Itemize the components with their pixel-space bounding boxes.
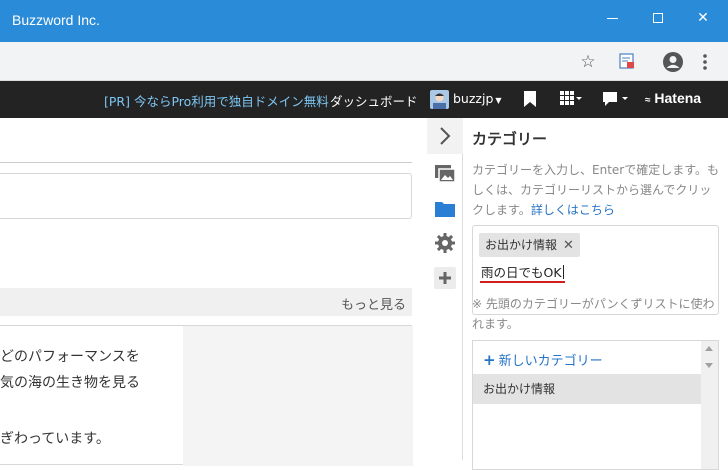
sidebar-icon-bar — [427, 118, 463, 460]
profile-avatar-icon[interactable] — [662, 51, 684, 73]
content-line: どのパフォーマンスを — [0, 349, 140, 365]
scroll-up-icon[interactable] — [705, 346, 713, 351]
browser-menu-icon[interactable] — [698, 51, 712, 73]
plus-icon: + — [483, 351, 496, 369]
extension-icon[interactable] — [618, 52, 636, 70]
title-input[interactable] — [0, 173, 412, 219]
new-category-label: 新しいカテゴリー — [498, 354, 603, 369]
chevron-right-icon — [440, 127, 451, 145]
images-icon[interactable] — [434, 162, 456, 184]
minimize-icon — [606, 17, 618, 19]
browser-toolbar: ☆ — [0, 42, 728, 81]
category-input-value: 雨の日でもOK — [481, 265, 562, 280]
collapse-panel-button[interactable] — [427, 118, 463, 154]
folder-icon[interactable] — [434, 198, 456, 220]
details-link[interactable]: 詳しくはこちら — [531, 203, 615, 217]
notifications-icon[interactable] — [602, 91, 630, 108]
window-title-bar: Buzzword Inc. ✕ — [0, 0, 728, 42]
maximize-icon — [653, 13, 663, 23]
list-item[interactable]: お出かけ情報 — [473, 374, 701, 404]
content-line: 気の海の生き物を見る — [0, 375, 140, 391]
chevron-down-icon: ▼ — [495, 96, 502, 105]
apps-grid-icon[interactable] — [560, 91, 582, 108]
scroll-down-icon[interactable] — [705, 363, 713, 368]
ime-underline — [480, 281, 565, 283]
minimize-button[interactable] — [597, 6, 627, 30]
category-panel: カテゴリー カテゴリーを入力し、Enterで確定します。もしくは、カテゴリーリス… — [464, 118, 728, 470]
avatar — [430, 90, 449, 109]
editor-side-panel — [183, 326, 413, 466]
hatena-logo-text: Hatena — [654, 90, 702, 106]
window-title: Buzzword Inc. — [12, 12, 100, 28]
gear-icon[interactable] — [434, 232, 456, 254]
bookmark-star-icon[interactable]: ☆ — [578, 52, 598, 72]
panel-description: カテゴリーを入力し、Enterで確定します。もしくは、カテゴリーリストから選んで… — [472, 160, 722, 220]
more-link[interactable]: もっと見る — [341, 294, 406, 313]
category-list: + 新しいカテゴリー お出かけ情報 — [472, 340, 719, 470]
text-cursor — [562, 265, 564, 279]
add-button[interactable] — [434, 267, 456, 289]
hatena-logo-mark-icon: ≈ — [645, 95, 651, 106]
maximize-button[interactable] — [643, 6, 673, 30]
scrollbar[interactable] — [701, 341, 718, 469]
panel-title: カテゴリー — [472, 130, 548, 148]
category-tag-label: お出かけ情報 — [485, 238, 558, 252]
dashboard-link[interactable]: ダッシュボード — [330, 91, 418, 110]
plus-icon — [439, 272, 451, 284]
content-line: ぎわっています。 — [0, 431, 110, 447]
remove-tag-icon[interactable]: ✕ — [563, 238, 574, 253]
close-button[interactable]: ✕ — [688, 6, 718, 30]
divider — [0, 162, 412, 163]
pr-link[interactable]: [PR] 今ならPro利用で独自ドメイン無料 — [104, 91, 329, 110]
more-bar: もっと見る — [0, 288, 412, 316]
category-input[interactable]: 雨の日でもOK — [481, 262, 564, 281]
username: buzzjp — [453, 91, 494, 106]
close-icon: ✕ — [697, 10, 709, 26]
breadcrumb-note: ※ 先頭のカテゴリーがパンくずリストに使われます。 — [472, 297, 715, 331]
category-tag: お出かけ情報 ✕ — [479, 233, 580, 257]
hatena-logo[interactable]: ≈ Hatena — [645, 90, 701, 106]
bookmark-icon[interactable] — [523, 91, 537, 108]
hatena-global-header: [PR] 今ならPro利用で独自ドメイン無料 ダッシュボード buzzjp ▼ ≈… — [0, 81, 728, 118]
new-category-button[interactable]: + 新しいカテゴリー — [483, 350, 603, 369]
